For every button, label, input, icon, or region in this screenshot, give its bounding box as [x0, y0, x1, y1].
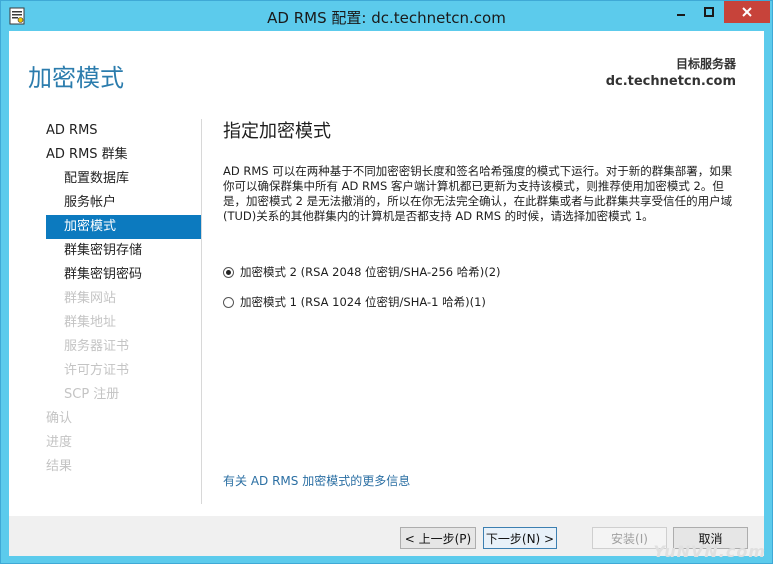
nav-item-cluster-key-password[interactable]: 群集密钥密码: [46, 263, 201, 287]
nav-divider: [201, 119, 202, 504]
section-heading: 指定加密模式: [223, 121, 331, 142]
maximize-icon: [704, 7, 714, 17]
minimize-icon: [677, 14, 685, 16]
nav-item-service-account[interactable]: 服务帐户: [46, 191, 201, 215]
nav-item-cluster-key-storage[interactable]: 群集密钥存储: [46, 239, 201, 263]
window-title: AD RMS 配置: dc.technetcn.com: [267, 9, 506, 27]
close-button[interactable]: [724, 1, 770, 23]
crypto-mode-1-option[interactable]: 加密模式 1 (RSA 1024 位密钥/SHA-1 哈希)(1): [223, 294, 486, 310]
target-server-label: 目标服务器: [675, 57, 736, 71]
nav-item-confirmation: 确认: [46, 411, 73, 426]
nav-item-server-certificate: 服务器证书: [64, 339, 130, 354]
wizard-nav: AD RMS AD RMS 群集 配置数据库 服务帐户 加密模式 群集密钥存储 …: [46, 119, 201, 479]
nav-item-cluster-website: 群集网站: [64, 291, 117, 306]
nav-item-ad-rms[interactable]: AD RMS: [46, 119, 201, 143]
nav-item-results: 结果: [46, 459, 73, 474]
page-title: 加密模式: [28, 64, 124, 92]
crypto-mode-2-label[interactable]: 加密模式 2 (RSA 2048 位密钥/SHA-256 哈希)(2): [240, 264, 501, 280]
more-info-link[interactable]: 有关 AD RMS 加密模式的更多信息: [223, 472, 410, 489]
close-icon: [742, 7, 752, 17]
crypto-mode-1-label[interactable]: 加密模式 1 (RSA 1024 位密钥/SHA-1 哈希)(1): [240, 294, 486, 310]
next-button[interactable]: 下一步(N) >: [483, 527, 557, 549]
nav-item-crypto-mode[interactable]: 加密模式: [46, 215, 201, 239]
content-pane: 加密模式 目标服务器 dc.technetcn.com AD RMS AD RM…: [9, 31, 764, 516]
watermark: YuNVN.com: [653, 542, 766, 561]
crypto-mode-2-option[interactable]: 加密模式 2 (RSA 2048 位密钥/SHA-256 哈希)(2): [223, 264, 501, 280]
wizard-window: AD RMS 配置: dc.technetcn.com 加密模式 目标服务器 d…: [0, 0, 773, 564]
nav-item-scp-registration: SCP 注册: [64, 387, 120, 402]
nav-item-config-database[interactable]: 配置数据库: [46, 167, 201, 191]
maximize-button[interactable]: [696, 1, 722, 23]
target-server-value: dc.technetcn.com: [605, 74, 736, 89]
description-text: AD RMS 可以在两种基于不同加密密钥长度和签名哈希强度的模式下运行。对于新的…: [223, 164, 733, 223]
crypto-mode-1-radio[interactable]: [223, 296, 234, 308]
nav-item-ad-rms-cluster[interactable]: AD RMS 群集: [46, 143, 201, 167]
button-bar: < 上一步(P) 下一步(N) > 安装(I) 取消: [9, 516, 764, 556]
crypto-mode-2-radio[interactable]: [223, 266, 234, 278]
nav-item-licensor-certificate: 许可方证书: [64, 363, 130, 378]
nav-item-cluster-address: 群集地址: [64, 315, 117, 330]
nav-item-progress: 进度: [46, 435, 73, 450]
previous-button[interactable]: < 上一步(P): [400, 527, 476, 549]
title-bar[interactable]: AD RMS 配置: dc.technetcn.com: [1, 1, 772, 31]
minimize-button[interactable]: [668, 1, 694, 23]
